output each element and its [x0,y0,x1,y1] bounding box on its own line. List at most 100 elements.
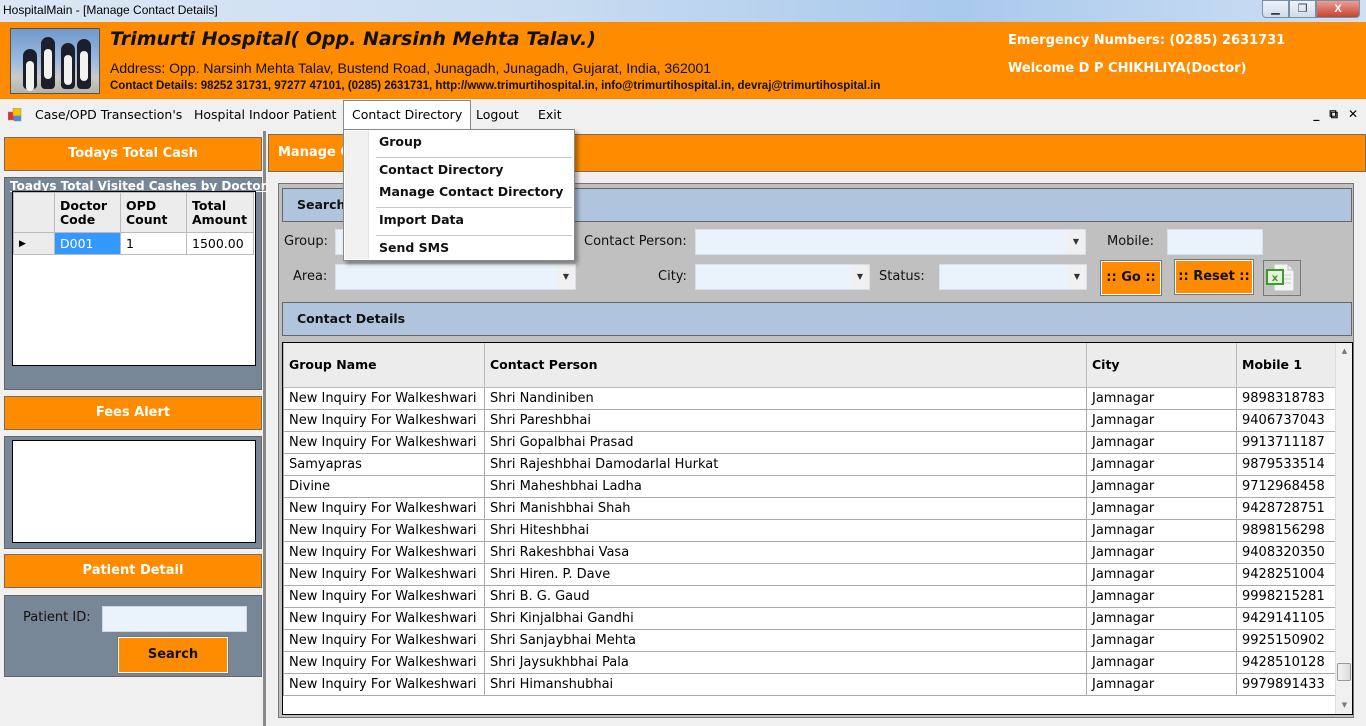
menu-item-send-sms[interactable]: Send SMS [379,240,449,255]
cell-contact-person[interactable]: Shri Hiteshbhai [484,518,1087,542]
cell-mobile-1[interactable]: 9898318783 [1236,386,1337,410]
cell-contact-person[interactable]: Shri Manishbhai Shah [484,496,1087,520]
cell-contact-person[interactable]: Shri Nandiniben [484,386,1087,410]
cell-mobile-1[interactable]: 9979891433 [1236,672,1337,696]
contact-details-grid[interactable]: Group Name Contact Person City Mobile 1 … [282,342,1353,715]
cell-group-name[interactable]: New Inquiry For Walkeshwari [283,408,485,432]
cell-city[interactable]: Jamnagar [1086,474,1237,498]
cell-city[interactable]: Jamnagar [1086,650,1237,674]
column-group-name[interactable]: Group Name [283,343,485,388]
cell-contact-person[interactable]: Shri Sanjaybhai Mehta [484,628,1087,652]
table-row[interactable]: New Inquiry For Walkeshwari Shri B. G. Ga… [283,584,1337,608]
mdi-restore-button[interactable]: ⧉ [1329,107,1338,122]
cell-city[interactable]: Jamnagar [1086,562,1237,586]
window-close-button[interactable]: X [1316,0,1360,18]
column-city[interactable]: City [1086,343,1237,388]
cell-contact-person[interactable]: Shri Hiren. P. Dave [484,562,1087,586]
cash-by-doctor-grid[interactable]: Doctor Code OPD Count Total Amount ▶ D001 1… [12,191,256,366]
cell-city[interactable]: Jamnagar [1086,628,1237,652]
cell-doctor-code[interactable]: D001 [54,232,121,255]
column-doctor-code[interactable]: Doctor Code [54,192,121,233]
mdi-close-button[interactable]: ✕ [1348,107,1358,122]
cell-city[interactable]: Jamnagar [1086,430,1237,454]
menu-item-manage-contact-directory[interactable]: Manage Contact Directory [379,184,563,199]
table-row[interactable]: New Inquiry For Walkeshwari Shri Pareshbh… [283,408,1337,432]
column-total-amount[interactable]: Total Amount [186,192,254,233]
table-row[interactable]: New Inquiry For Walkeshwari Shri Rakeshbh… [283,540,1337,564]
cell-group-name[interactable]: New Inquiry For Walkeshwari [283,650,485,674]
cell-group-name[interactable]: New Inquiry For Walkeshwari [283,672,485,696]
table-row[interactable]: Divine Shri Maheshbhai Ladha Jamnagar 97129… [283,474,1337,498]
cell-mobile-1[interactable]: 9428510128 [1236,650,1337,674]
mdi-minimize-button[interactable]: _ [1313,107,1319,122]
cell-contact-person[interactable]: Shri Gopalbhai Prasad [484,430,1087,454]
cell-mobile-1[interactable]: 9429141105 [1236,606,1337,630]
menu-item-group[interactable]: Group [379,134,422,149]
cell-group-name[interactable]: New Inquiry For Walkeshwari [283,496,485,520]
cell-contact-person[interactable]: Shri Rajeshbhai Damodarlal Hurkat [484,452,1087,476]
fees-alert-list[interactable] [12,440,256,543]
mobile-input[interactable] [1167,229,1263,255]
cell-contact-person[interactable]: Shri B. G. Gaud [484,584,1087,608]
column-contact-person[interactable]: Contact Person [484,343,1087,388]
cell-mobile-1[interactable]: 9712968458 [1236,474,1337,498]
table-row[interactable]: New Inquiry For Walkeshwari Shri Hiteshbh… [283,518,1337,542]
cell-group-name[interactable]: New Inquiry For Walkeshwari [283,518,485,542]
cell-group-name[interactable]: New Inquiry For Walkeshwari [283,628,485,652]
cell-contact-person[interactable]: Shri Pareshbhai [484,408,1087,432]
cell-mobile-1[interactable]: 9898156298 [1236,518,1337,542]
menu-case-opd[interactable]: Case/OPD Transection's [27,100,190,130]
table-row[interactable]: Samyapras Shri Rajeshbhai Damodarlal Hurk… [283,452,1337,476]
column-mobile-1[interactable]: Mobile 1 [1236,343,1337,388]
cell-city[interactable]: Jamnagar [1086,408,1237,432]
chevron-down-icon[interactable]: ▼ [1067,230,1085,254]
export-excel-button[interactable]: x [1263,260,1301,296]
patient-search-button[interactable]: Search [117,636,229,674]
contact-person-combobox[interactable]: ▼ [695,229,1086,255]
table-row[interactable]: New Inquiry For Walkeshwari Shri Hiren. P… [283,562,1337,586]
table-row[interactable]: New Inquiry For Walkeshwari Shri Himanshu… [283,672,1337,696]
table-row[interactable]: New Inquiry For Walkeshwari Shri Gopalbha… [283,430,1337,454]
cell-opd-count[interactable]: 1 [120,232,187,255]
cell-mobile-1[interactable]: 9925150902 [1236,628,1337,652]
cell-contact-person[interactable]: Shri Jaysukhbhai Pala [484,650,1087,674]
window-restore-button[interactable]: ❐ [1289,0,1316,18]
chevron-down-icon[interactable]: ▼ [557,265,575,289]
cell-group-name[interactable]: New Inquiry For Walkeshwari [283,562,485,586]
vertical-scrollbar[interactable]: ▲ ▼ [1335,343,1352,714]
cell-contact-person[interactable]: Shri Kinjalbhai Gandhi [484,606,1087,630]
cell-group-name[interactable]: New Inquiry For Walkeshwari [283,606,485,630]
table-row[interactable]: New Inquiry For Walkeshwari Shri Kinjalbh… [283,606,1337,630]
cell-mobile-1[interactable]: 9428728751 [1236,496,1337,520]
cell-group-name[interactable]: Samyapras [283,452,485,476]
cell-total-amount[interactable]: 1500.00 [186,232,254,255]
cell-city[interactable]: Jamnagar [1086,606,1237,630]
cell-city[interactable]: Jamnagar [1086,452,1237,476]
cell-group-name[interactable]: New Inquiry For Walkeshwari [283,584,485,608]
scroll-up-icon[interactable]: ▲ [1336,343,1352,360]
cell-contact-person[interactable]: Shri Rakeshbhai Vasa [484,540,1087,564]
area-combobox[interactable]: ▼ [335,264,576,290]
cell-mobile-1[interactable]: 9408320350 [1236,540,1337,564]
menu-logout[interactable]: Logout [468,100,527,130]
city-combobox[interactable]: ▼ [695,264,870,290]
cell-city[interactable]: Jamnagar [1086,540,1237,564]
menu-hospital-indoor-patient[interactable]: Hospital Indoor Patient [186,100,344,130]
menu-contact-directory[interactable]: Contact Directory [343,100,472,130]
column-opd-count[interactable]: OPD Count [120,192,187,233]
menu-item-import-data[interactable]: Import Data [379,212,464,227]
cell-mobile-1[interactable]: 9879533514 [1236,452,1337,476]
table-row[interactable]: New Inquiry For Walkeshwari Shri Nandinib… [283,386,1337,410]
cell-mobile-1[interactable]: 9998215281 [1236,584,1337,608]
chevron-down-icon[interactable]: ▼ [851,265,869,289]
cell-mobile-1[interactable]: 9428251004 [1236,562,1337,586]
reset-button[interactable]: :: Reset :: [1174,259,1254,295]
cell-city[interactable]: Jamnagar [1086,672,1237,696]
cell-city[interactable]: Jamnagar [1086,496,1237,520]
patient-id-input[interactable] [102,606,247,632]
table-row[interactable]: New Inquiry For Walkeshwari Shri Jaysukhb… [283,650,1337,674]
status-combobox[interactable]: ▼ [939,264,1087,290]
cell-mobile-1[interactable]: 9913711187 [1236,430,1337,454]
cell-city[interactable]: Jamnagar [1086,386,1237,410]
cell-group-name[interactable]: Divine [283,474,485,498]
